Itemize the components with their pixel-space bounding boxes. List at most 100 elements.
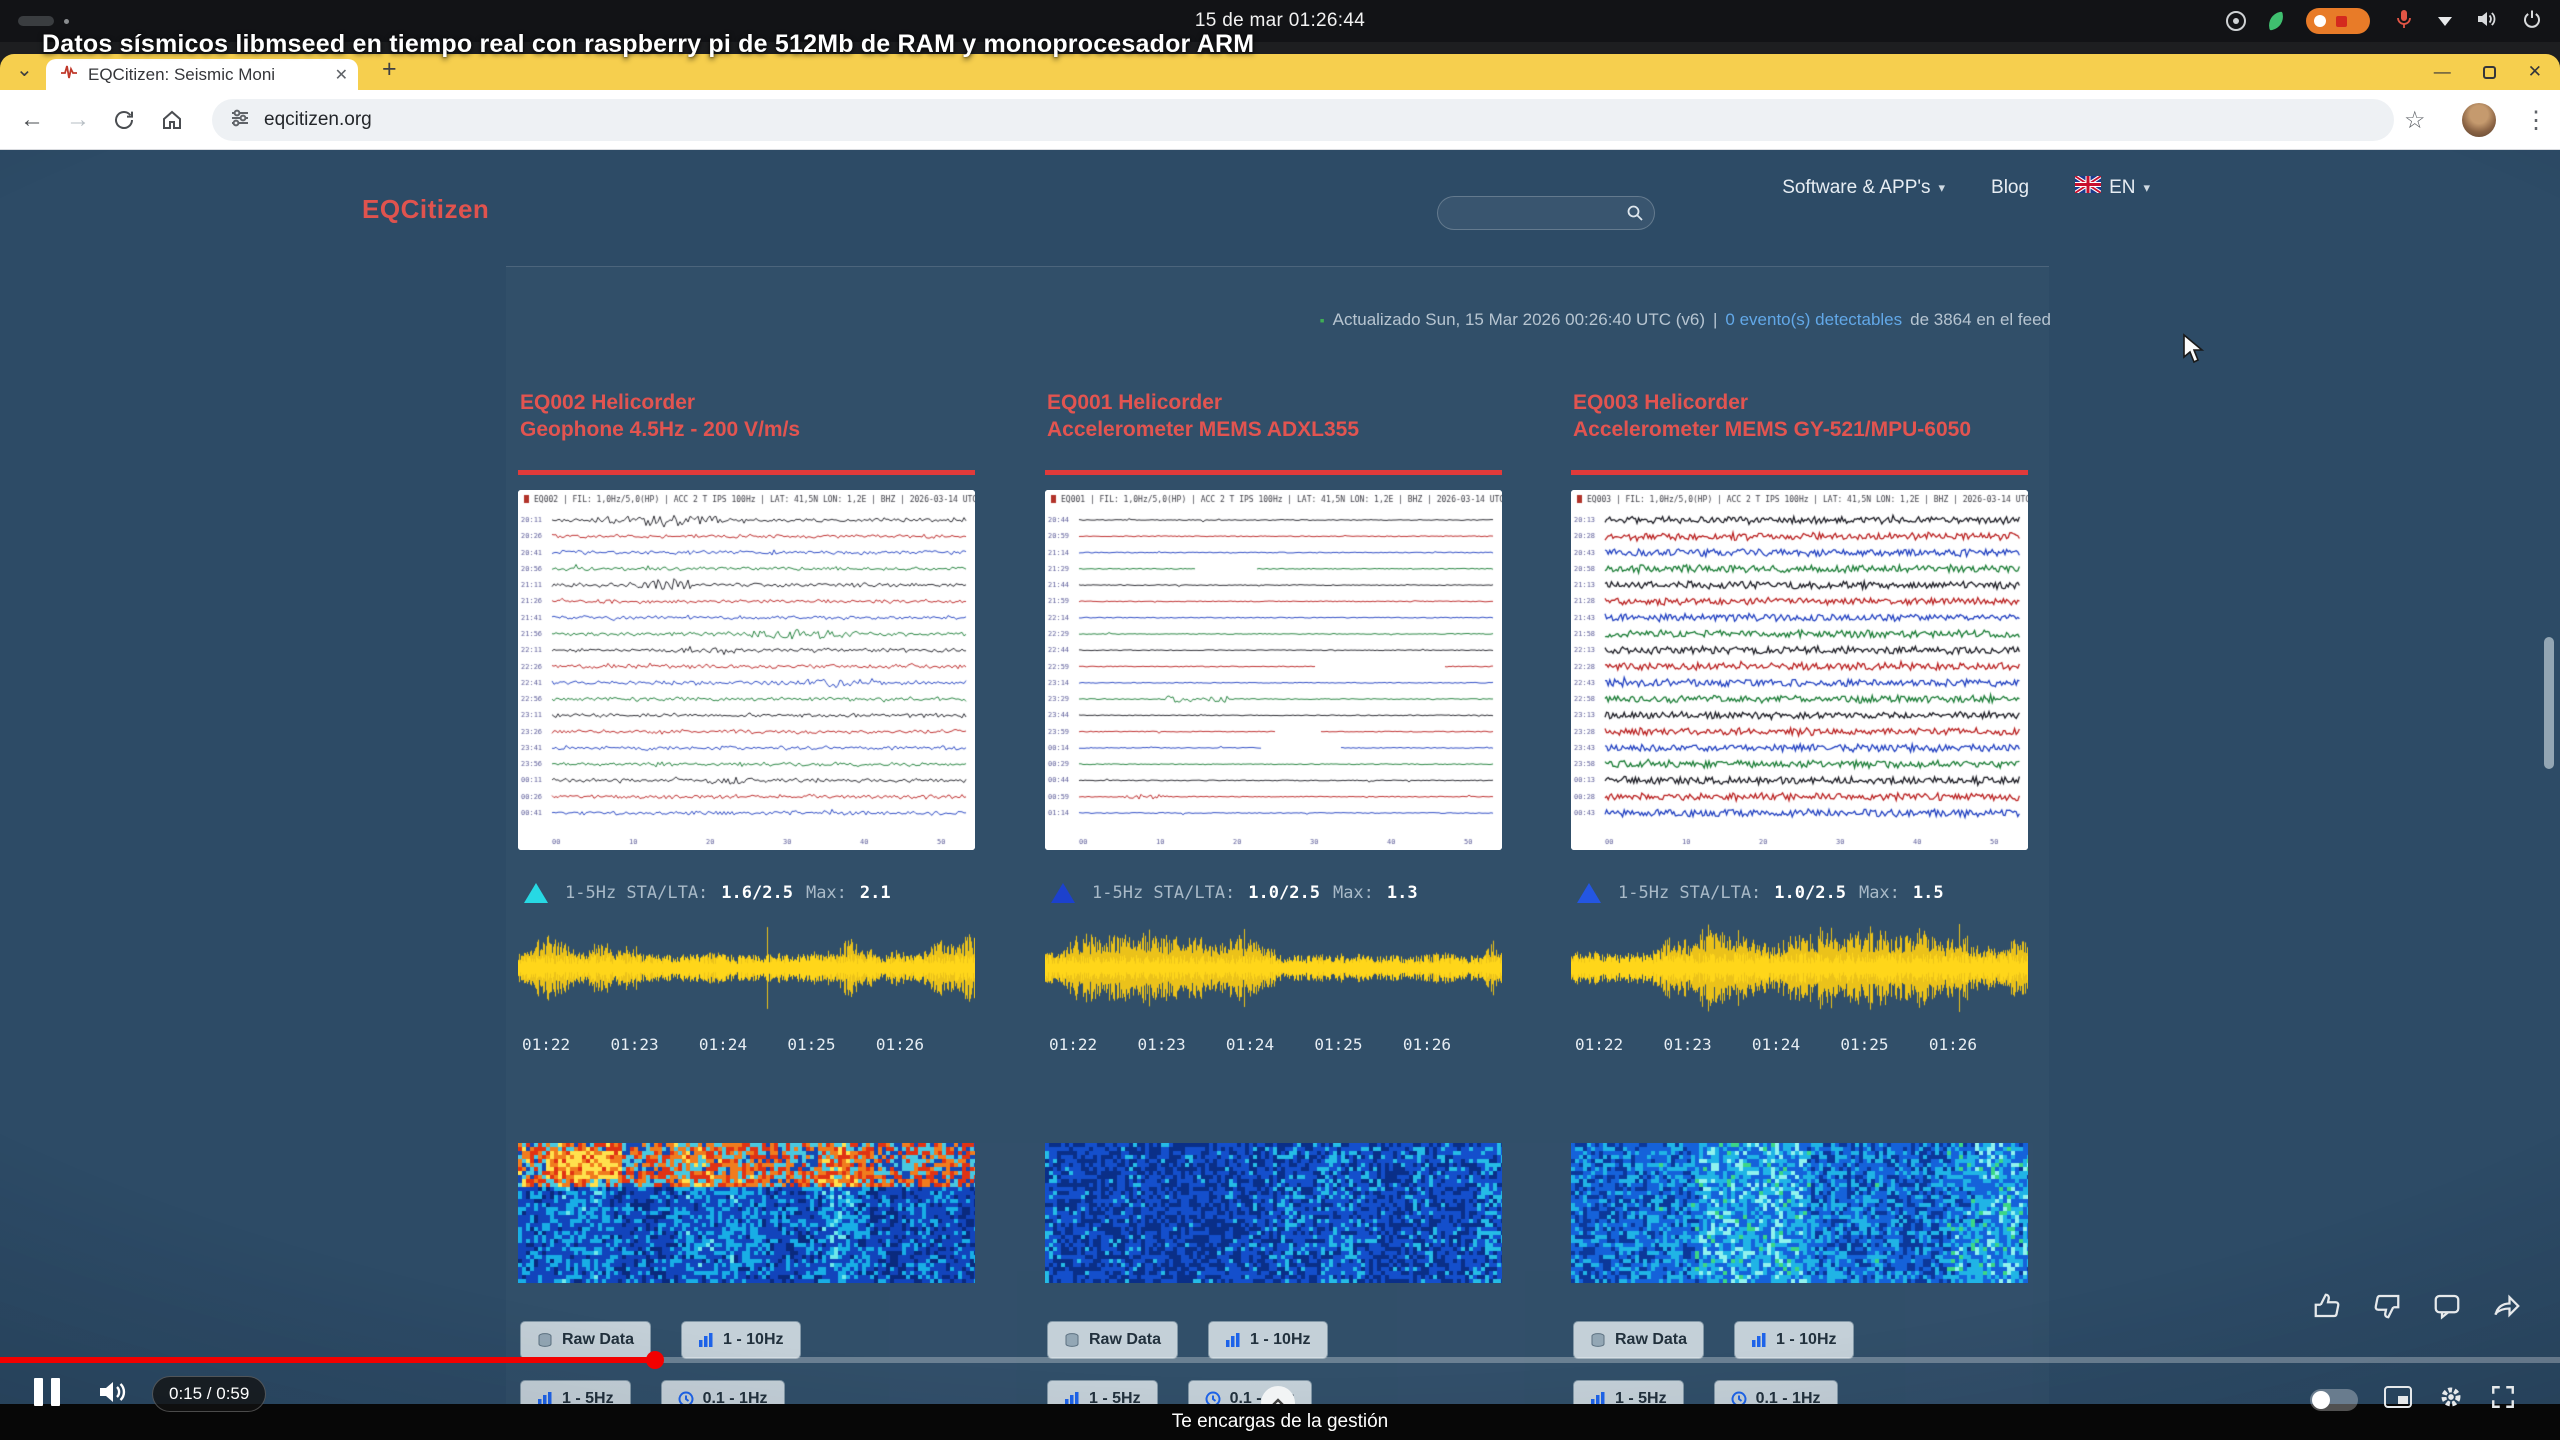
station-panel-eq001: EQ001 Helicorder Accelerometer MEMS ADXL… xyxy=(1045,389,1502,1440)
nav-software-apps[interactable]: Software & APP's ▾ xyxy=(1782,177,1945,199)
nav-blog[interactable]: Blog xyxy=(1991,177,2029,199)
recording-widget[interactable] xyxy=(2306,8,2370,34)
tab-title: EQCitizen: Seismic Moni xyxy=(88,65,275,85)
share-icon[interactable] xyxy=(2491,1290,2523,1322)
profile-avatar[interactable] xyxy=(2462,103,2496,137)
workspace-pill xyxy=(18,16,54,26)
station-title-line2: Accelerometer MEMS ADXL355 xyxy=(1047,418,1359,441)
time-tick: 01:23 xyxy=(610,1035,658,1054)
autoplay-toggle[interactable] xyxy=(2310,1389,2358,1411)
time-tick: 01:26 xyxy=(1929,1035,1977,1054)
url-text[interactable]: eqcitizen.org xyxy=(264,109,372,131)
station-title-line1: EQ003 Helicorder xyxy=(1573,391,1748,414)
trigger-waveform xyxy=(518,922,975,1014)
tab-close-icon[interactable]: ✕ xyxy=(335,65,348,85)
feed-status-line: ▪ Actualizado Sun, 15 Mar 2026 00:26:40 … xyxy=(1320,310,2051,330)
station-rule xyxy=(518,470,975,475)
window-controls: — ✕ xyxy=(2434,54,2542,90)
search-icon xyxy=(1626,204,1644,222)
max-value: 1.5 xyxy=(1913,883,1944,903)
chart-icon xyxy=(1225,1332,1241,1348)
tray-chevron-down-icon[interactable] xyxy=(2438,17,2452,26)
webpage: EQCitizen Software & APP's ▾ Blog EN ▾ ▪ xyxy=(0,150,2560,1440)
sta-value: 1.6/2.5 xyxy=(721,883,793,903)
time-tick: 01:23 xyxy=(1137,1035,1185,1054)
database-icon xyxy=(537,1332,553,1348)
video-title[interactable]: Datos sísmicos libmseed en tiempo real c… xyxy=(42,30,1254,59)
system-clock[interactable]: 15 de mar 01:26:44 xyxy=(1195,10,1365,32)
reload-button[interactable] xyxy=(102,90,146,150)
station-rule xyxy=(1571,470,2028,475)
thumbs-down-icon[interactable] xyxy=(2371,1290,2403,1322)
forward-button[interactable]: → xyxy=(56,90,100,150)
filter-1-10hz-button[interactable]: 1 - 10Hz xyxy=(681,1321,800,1359)
subtitle-bar: Te encargas de la gestión xyxy=(0,1404,2560,1440)
uk-flag-icon xyxy=(2075,176,2101,199)
browser-tab-strip: ⌄ EQCitizen: Seismic Moni ✕ + — ✕ xyxy=(0,54,2560,90)
station-title-line1: EQ001 Helicorder xyxy=(1047,391,1222,414)
close-button[interactable]: ✕ xyxy=(2528,62,2542,82)
fullscreen-icon[interactable] xyxy=(2490,1384,2516,1415)
browser-menu-icon[interactable]: ⋮ xyxy=(2524,90,2548,150)
sta-lta-row: 1-5Hz STA/LTA: 1.0/2.5 Max: 1.3 xyxy=(1051,883,1418,903)
pause-button[interactable] xyxy=(34,1378,66,1406)
trigger-waveform xyxy=(1045,922,1502,1014)
leaf-extension-icon[interactable] xyxy=(2267,12,2286,31)
spectrogram xyxy=(1045,1143,1502,1283)
miniplayer-icon[interactable] xyxy=(2384,1386,2412,1413)
site-search-input[interactable] xyxy=(1437,196,1655,230)
station-title-line2: Geophone 4.5Hz - 200 V/m/s xyxy=(520,418,800,441)
comments-icon[interactable] xyxy=(2431,1290,2463,1322)
site-logo[interactable]: EQCitizen xyxy=(362,194,489,225)
subtitle-text: Te encargas de la gestión xyxy=(1172,1411,1389,1433)
button-row: Raw Data 1 - 10Hz xyxy=(1573,1321,1854,1359)
thumbs-up-icon[interactable] xyxy=(2311,1290,2343,1322)
browser-toolbar: ← → eqcitizen.org ☆ ⋮ xyxy=(0,90,2560,150)
filter-1-10hz-button[interactable]: 1 - 10Hz xyxy=(1734,1321,1853,1359)
browser-scrollbar[interactable] xyxy=(2544,637,2554,769)
time-tick: 01:22 xyxy=(1575,1035,1623,1054)
browser-tab[interactable]: EQCitizen: Seismic Moni ✕ xyxy=(46,59,358,90)
station-title: EQ002 Helicorder Geophone 4.5Hz - 200 V/… xyxy=(520,389,800,443)
time-tick: 01:22 xyxy=(1049,1035,1097,1054)
video-progress-bar[interactable] xyxy=(0,1357,2560,1363)
settings-gear-icon[interactable] xyxy=(2438,1384,2464,1415)
trigger-triangle-icon xyxy=(1577,883,1601,903)
microphone-icon[interactable] xyxy=(2392,7,2416,36)
sta-lta-row: 1-5Hz STA/LTA: 1.6/2.5 Max: 2.1 xyxy=(524,883,891,903)
chevron-down-icon: ▾ xyxy=(2143,180,2150,196)
volume-button[interactable] xyxy=(96,1377,130,1412)
new-tab-button[interactable]: + xyxy=(382,55,397,84)
nav-language-selector[interactable]: EN ▾ xyxy=(2075,176,2150,199)
home-button[interactable] xyxy=(150,90,194,150)
station-title-line1: EQ002 Helicorder xyxy=(520,391,695,414)
stop-recording-icon[interactable] xyxy=(2336,16,2347,27)
site-settings-tune-icon[interactable] xyxy=(230,108,250,133)
player-bottom-right-controls xyxy=(2310,1384,2516,1415)
back-button[interactable]: ← xyxy=(10,90,54,150)
time-tick: 01:25 xyxy=(1314,1035,1362,1054)
database-icon xyxy=(1590,1332,1606,1348)
raw-data-button[interactable]: Raw Data xyxy=(1573,1321,1704,1359)
station-title: EQ001 Helicorder Accelerometer MEMS ADXL… xyxy=(1047,389,1359,443)
address-bar[interactable]: eqcitizen.org xyxy=(212,99,2394,141)
video-progress-played xyxy=(0,1357,655,1363)
time-tick: 01:22 xyxy=(522,1035,570,1054)
max-value: 1.3 xyxy=(1387,883,1418,903)
site-nav: Software & APP's ▾ Blog EN ▾ xyxy=(1782,176,2150,199)
events-link[interactable]: 0 evento(s) detectables xyxy=(1725,310,1902,330)
raw-data-button[interactable]: Raw Data xyxy=(520,1321,651,1359)
raw-data-button[interactable]: Raw Data xyxy=(1047,1321,1178,1359)
bookmark-star-icon[interactable]: ☆ xyxy=(2404,90,2426,150)
tab-search-chevron-icon[interactable]: ⌄ xyxy=(16,57,33,82)
time-tick: 01:26 xyxy=(876,1035,924,1054)
time-tick: 01:25 xyxy=(787,1035,835,1054)
helicorder-plot xyxy=(518,490,975,850)
volume-icon[interactable] xyxy=(2474,7,2498,36)
time-axis: 01:22 01:23 01:24 01:25 01:26 xyxy=(522,1035,924,1054)
restore-button[interactable] xyxy=(2483,66,2496,79)
power-icon[interactable] xyxy=(2520,7,2544,36)
screen-capture-icon[interactable] xyxy=(2226,11,2246,31)
minimize-button[interactable]: — xyxy=(2434,62,2451,82)
filter-1-10hz-button[interactable]: 1 - 10Hz xyxy=(1208,1321,1327,1359)
